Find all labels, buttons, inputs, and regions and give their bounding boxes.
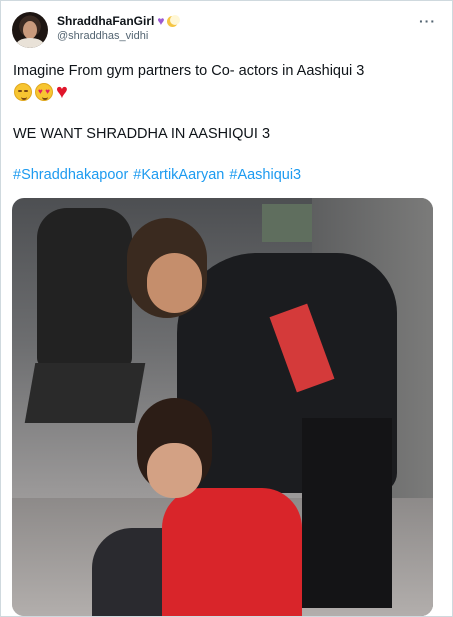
tweet-text-line2: WE WANT SHRADDHA IN AASHIQUI 3 [13, 126, 271, 142]
crescent-moon-icon [167, 14, 181, 27]
photo-man-face [147, 253, 202, 313]
avatar-shirt [16, 38, 44, 48]
name-row: ShraddhaFanGirl ♥ [57, 14, 181, 28]
hashtag-link[interactable]: #KartikAaryan [133, 167, 224, 183]
photo-woman-shirt [162, 488, 302, 616]
photo-woman-face [147, 443, 202, 498]
avatar-face [23, 21, 37, 39]
more-options-icon[interactable]: ··· [419, 13, 436, 29]
avatar[interactable] [12, 12, 48, 48]
photo-background-person [37, 208, 132, 368]
emoji-row: ♥ ♥ ♥ [14, 81, 68, 103]
photo-man-legs [302, 418, 392, 608]
red-heart-icon: ♥ [56, 81, 68, 103]
tweet-card: ShraddhaFanGirl ♥ @shraddhas_vidhi ··· I… [0, 0, 453, 617]
heart-eyes-face-icon: ♥ ♥ [35, 83, 53, 101]
purple-heart-icon: ♥ [157, 14, 165, 28]
photo-background-person-legs [24, 363, 146, 423]
display-name[interactable]: ShraddhaFanGirl [57, 14, 154, 28]
hashtags: #Shraddhakapoor #KartikAaryan #Aashiqui3 [13, 167, 301, 183]
pleading-face-icon [14, 83, 32, 101]
tweet-photo[interactable] [12, 198, 433, 616]
user-handle[interactable]: @shraddhas_vidhi [57, 30, 148, 42]
hashtag-link[interactable]: #Aashiqui3 [229, 167, 301, 183]
hashtag-link[interactable]: #Shraddhakapoor [13, 167, 128, 183]
tweet-text-line1: Imagine From gym partners to Co- actors … [13, 63, 365, 79]
